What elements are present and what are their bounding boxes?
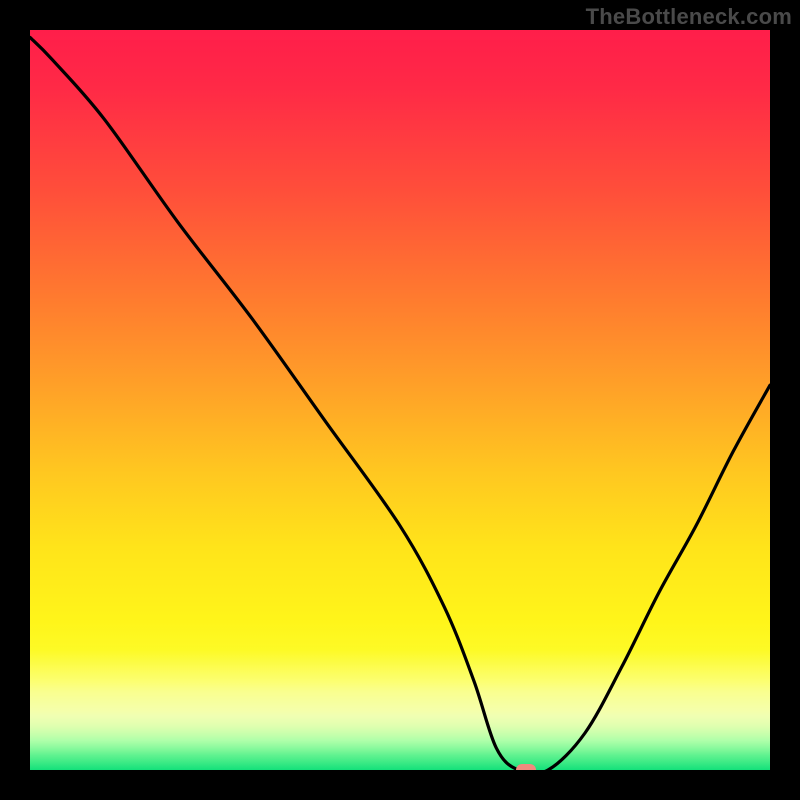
- curve-svg: [30, 30, 770, 770]
- attribution-text: TheBottleneck.com: [586, 4, 792, 30]
- plot-area: [30, 30, 770, 770]
- chart-frame: TheBottleneck.com: [0, 0, 800, 800]
- bottleneck-curve-path: [30, 37, 770, 770]
- optimal-marker: [516, 764, 536, 770]
